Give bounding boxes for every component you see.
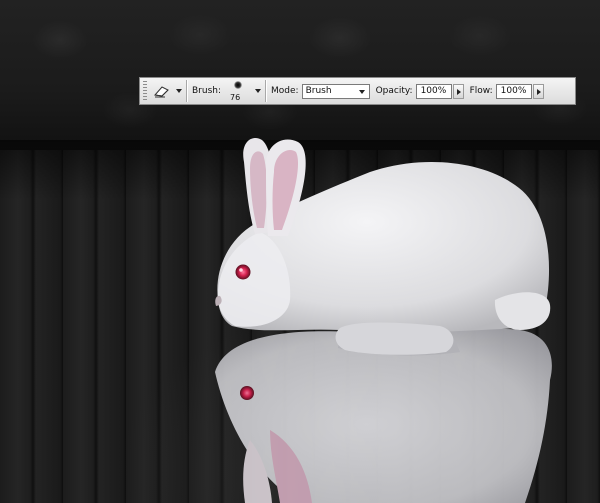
- tool-options-bar: Brush: 76 Mode: Brush Opacity: 100% Flow…: [139, 77, 576, 105]
- reflection-eye: [240, 386, 254, 400]
- opacity-label: Opacity:: [375, 86, 413, 96]
- mode-label: Mode:: [271, 86, 299, 96]
- divider: [186, 80, 188, 102]
- brush-preview[interactable]: 76: [226, 79, 250, 103]
- opacity-slider-button[interactable]: [452, 83, 464, 99]
- chevron-down-icon: [358, 89, 365, 94]
- rabbit-artwork: [215, 138, 552, 503]
- flow-input[interactable]: 100%: [495, 83, 532, 99]
- chevron-down-icon[interactable]: [255, 89, 262, 93]
- white-rabbit: [215, 138, 551, 355]
- opacity-group: Opacity: 100%: [375, 83, 464, 99]
- brush-tip-icon: [234, 81, 243, 89]
- brush-picker-group[interactable]: Brush: 76: [192, 79, 262, 103]
- opacity-input[interactable]: 100%: [415, 83, 452, 99]
- divider: [265, 80, 268, 102]
- document-canvas[interactable]: Brush: 76 Mode: Brush Opacity: 100% Flow…: [0, 0, 600, 503]
- eraser-icon: [154, 86, 169, 98]
- mode-group: Mode: Brush: [271, 83, 370, 99]
- flow-group: Flow: 100%: [469, 83, 544, 99]
- mode-select-value: Brush: [305, 85, 332, 96]
- mode-select[interactable]: Brush: [301, 83, 370, 99]
- chevron-down-icon: [176, 89, 182, 93]
- rabbit-eye: [235, 264, 251, 280]
- brush-label: Brush:: [192, 86, 222, 96]
- brush-size-value: 76: [230, 93, 241, 102]
- flow-label: Flow:: [469, 86, 493, 96]
- tool-preset-picker[interactable]: [153, 80, 182, 102]
- rabbit-reflection: [215, 328, 552, 503]
- flow-slider-button[interactable]: [532, 83, 544, 99]
- toolbar-grip-handle[interactable]: [143, 81, 147, 101]
